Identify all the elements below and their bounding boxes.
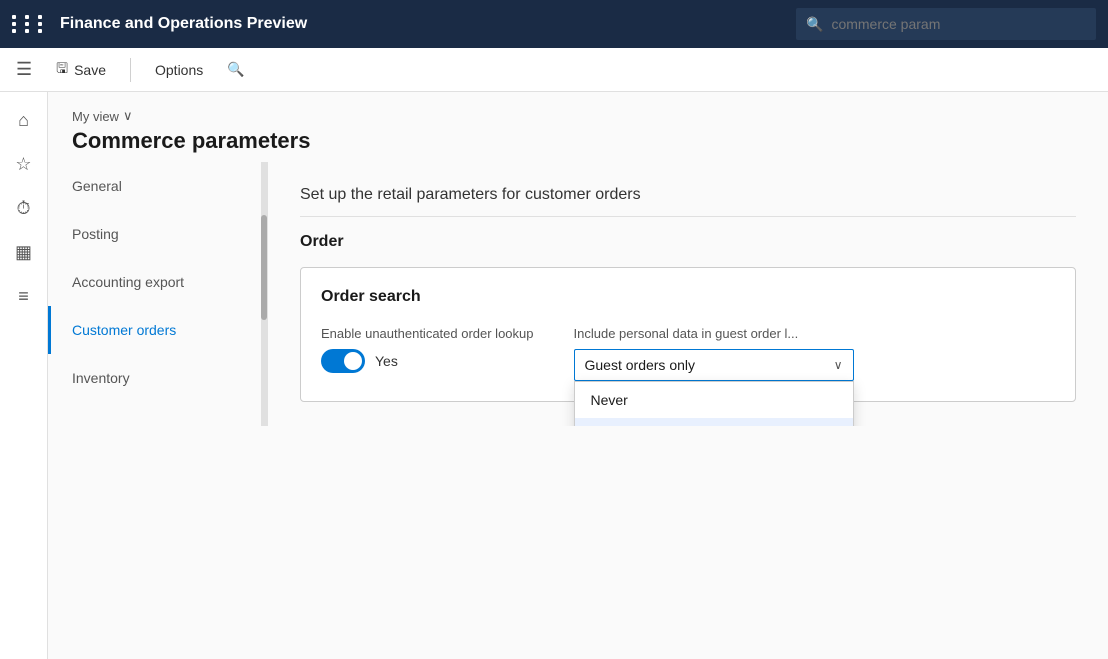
nav-item-customer-orders[interactable]: Customer orders xyxy=(48,306,267,354)
content-area: My view ∨ Commerce parameters General Po… xyxy=(48,92,1108,659)
save-icon: 🖫 xyxy=(56,58,68,82)
order-search-box: Order search Enable unauthenticated orde… xyxy=(300,267,1076,402)
dropdown-option-guest-orders-only[interactable]: Guest orders only xyxy=(575,418,853,426)
nav-item-accounting-export[interactable]: Accounting export xyxy=(48,258,267,306)
page-header: My view ∨ Commerce parameters xyxy=(48,92,1108,162)
main-layout: ⌂ ☆ ⏱ ▦ ≡ My view ∨ Commerce parameters … xyxy=(0,92,1108,659)
options-button[interactable]: Options xyxy=(147,58,211,82)
global-search-bar[interactable]: 🔍 xyxy=(796,8,1096,40)
app-title: Finance and Operations Preview xyxy=(60,15,784,33)
section-heading: Set up the retail parameters for custome… xyxy=(300,186,1076,217)
order-section-title: Order xyxy=(300,233,1076,251)
search-icon: 🔍 xyxy=(806,16,823,33)
left-nav: General Posting Accounting export Custom… xyxy=(48,162,268,426)
toolbar: ☰ 🖫 Save Options 🔍 xyxy=(0,48,1108,92)
right-content: Set up the retail parameters for custome… xyxy=(268,162,1108,426)
dropdown-selected-value: Guest orders only xyxy=(585,357,696,373)
order-search-title: Order search xyxy=(321,288,1055,306)
toolbar-separator xyxy=(130,58,131,82)
my-view-selector[interactable]: My view ∨ xyxy=(72,108,1084,124)
nav-item-inventory[interactable]: Inventory xyxy=(48,354,267,402)
nav-item-general[interactable]: General xyxy=(48,162,267,210)
sidebar-recent-icon[interactable]: ⏱ xyxy=(4,188,44,228)
top-bar: Finance and Operations Preview 🔍 xyxy=(0,0,1108,48)
dropdown-option-never[interactable]: Never xyxy=(575,382,853,418)
dropdown-menu: Never Guest orders only All orders xyxy=(574,381,854,426)
save-button[interactable]: 🖫 Save xyxy=(48,54,114,86)
sidebar-modules-icon[interactable]: ≡ xyxy=(4,276,44,316)
app-grid-icon[interactable] xyxy=(12,15,48,33)
toggle-row: Yes xyxy=(321,349,534,373)
fields-row: Enable unauthenticated order lookup Yes … xyxy=(321,326,1055,381)
toggle-label: Yes xyxy=(375,353,398,369)
enable-lookup-label: Enable unauthenticated order lookup xyxy=(321,326,534,341)
toolbar-search-icon[interactable]: 🔍 xyxy=(227,61,244,78)
page-title: Commerce parameters xyxy=(72,128,1084,154)
nav-item-posting[interactable]: Posting xyxy=(48,210,267,258)
hamburger-icon[interactable]: ☰ xyxy=(16,59,32,80)
icon-sidebar: ⌂ ☆ ⏱ ▦ ≡ xyxy=(0,92,48,659)
enable-lookup-field: Enable unauthenticated order lookup Yes xyxy=(321,326,534,373)
sidebar-home-icon[interactable]: ⌂ xyxy=(4,100,44,140)
include-data-dropdown[interactable]: Guest orders only ∨ xyxy=(574,349,854,381)
enable-lookup-toggle[interactable] xyxy=(321,349,365,373)
sidebar-workspace-icon[interactable]: ▦ xyxy=(4,232,44,272)
sidebar-favorites-icon[interactable]: ☆ xyxy=(4,144,44,184)
chevron-down-icon: ∨ xyxy=(123,108,133,124)
content-body: General Posting Accounting export Custom… xyxy=(48,162,1108,426)
include-data-dropdown-wrapper: Guest orders only ∨ Never Guest or xyxy=(574,349,854,381)
include-personal-data-label: Include personal data in guest order l..… xyxy=(574,326,854,341)
include-personal-data-field: Include personal data in guest order l..… xyxy=(574,326,854,381)
global-search-input[interactable] xyxy=(831,16,1086,32)
chevron-down-icon: ∨ xyxy=(834,358,843,372)
